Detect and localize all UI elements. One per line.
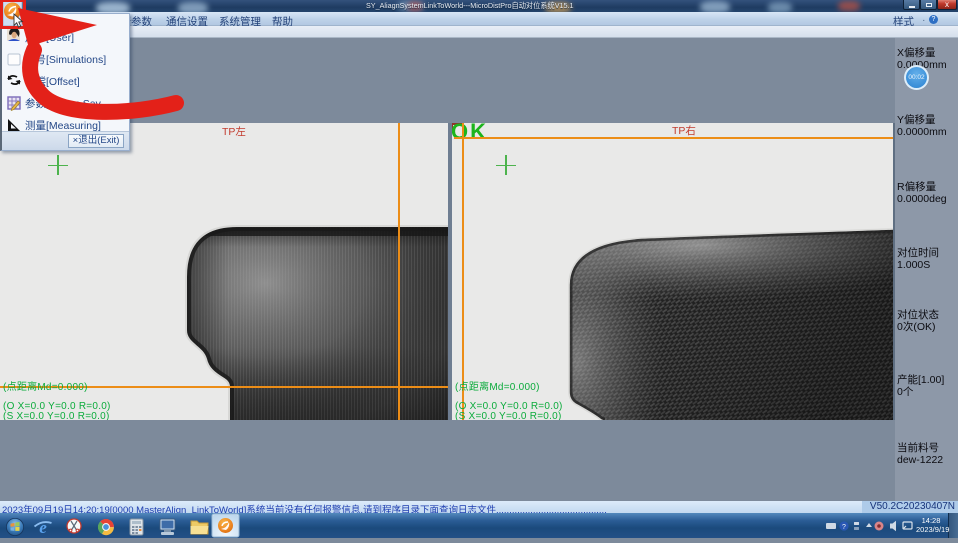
svg-text:?: ? [842,524,846,531]
svg-text:e: e [39,518,47,537]
